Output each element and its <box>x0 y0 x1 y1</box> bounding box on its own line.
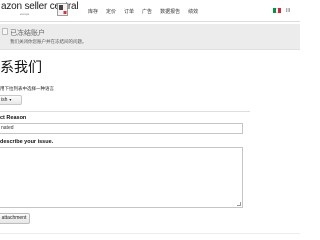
resize-handle-icon[interactable] <box>237 202 241 206</box>
main-nav: 库存 定价 订单 广告 数据报告 绩效 <box>88 8 198 15</box>
nav-item-reports[interactable]: 数据报告 <box>160 8 180 15</box>
account-status-banner: 已冻结账户 我们关闭你您账户并在冻结间的问题。 <box>0 24 300 50</box>
nav-item-orders[interactable]: 订单 <box>124 8 134 15</box>
issue-description-textarea[interactable] <box>0 147 243 208</box>
contact-reason-label: ct Reason <box>0 115 27 121</box>
nav-item-pricing[interactable]: 定价 <box>106 8 116 15</box>
nav-item-advertising[interactable]: 广告 <box>142 8 152 15</box>
nav-item-inventory[interactable]: 库存 <box>88 8 98 15</box>
language-label: 用下拉列表中选择一种语言 <box>0 86 54 91</box>
notice-icon <box>2 28 8 35</box>
chevron-down-icon: ▾ <box>9 97 12 102</box>
brand-region-label: europe <box>20 12 30 16</box>
language-select[interactable]: ish ▾ <box>0 95 22 105</box>
issue-description-label: describe your issue. <box>0 139 54 145</box>
top-header: azon seller central europe 库存 定价 订单 广告 数… <box>0 0 300 22</box>
nav-item-performance[interactable]: 绩效 <box>188 8 198 15</box>
add-attachment-button[interactable]: attachment <box>0 213 30 224</box>
contact-reason-field[interactable]: nated <box>0 123 243 134</box>
header-menu-icon[interactable]: III <box>286 8 290 14</box>
language-selected-value: ish <box>1 97 8 103</box>
section-divider <box>0 111 250 112</box>
notice-text: 我们关闭你您账户并在冻结间的问题。 <box>10 39 87 44</box>
page-title: 系我们 <box>0 59 42 75</box>
language-flag-icon[interactable] <box>273 8 282 13</box>
footer-divider <box>0 233 300 234</box>
notice-title: 已冻结账户 <box>10 30 45 37</box>
performance-icon[interactable] <box>57 3 68 16</box>
